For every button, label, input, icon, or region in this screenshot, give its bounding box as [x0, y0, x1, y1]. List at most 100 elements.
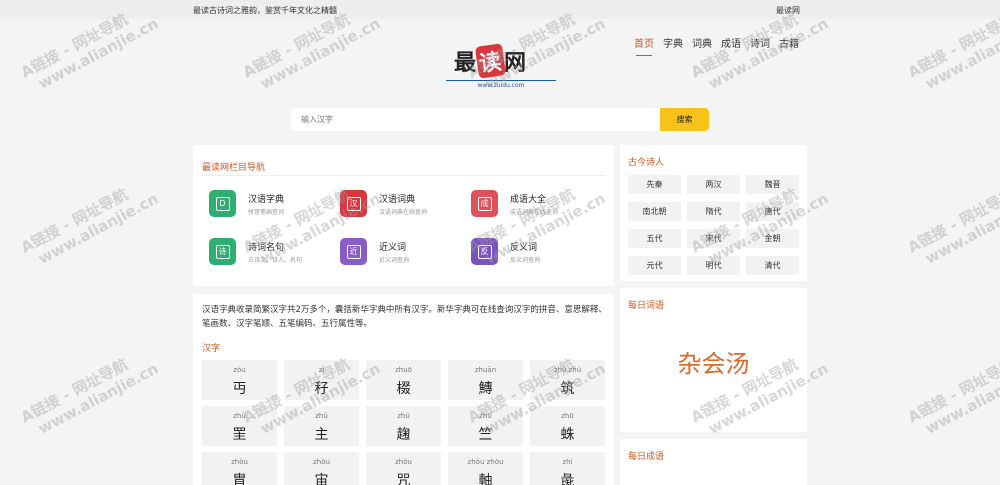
watermark-line: www.alianjie.cn [922, 359, 1000, 438]
hanzi-pinyin: zhū [561, 412, 574, 420]
search-bar: 搜索 [291, 108, 709, 131]
icon-glyph: 诗 [215, 244, 230, 259]
hanzi-pinyin: zhǔ [233, 412, 246, 420]
column-nav-item-name: 汉语字典 [248, 195, 285, 205]
hanzi-cell[interactable]: zhóu zhòu 軸 [448, 452, 523, 485]
poet-era-tag[interactable]: 元代 [628, 256, 681, 275]
column-nav-item-desc: 近义词查询 [379, 257, 410, 264]
watermark-line: www.alianjie.cn [257, 14, 384, 93]
column-nav-item[interactable]: D 汉语字典 拼音笔画查词 [193, 190, 323, 224]
dictionary-intro: 汉语字典收录简繁汉字共2万多个，囊括新华字典中所有汉字。新华字典可在线查询汉字的… [202, 305, 607, 329]
column-nav-item-name: 汉语词典 [379, 195, 416, 205]
site-logo[interactable]: 最读网 www.zuidu.com [446, 40, 556, 90]
hanzi-cell[interactable]: zhòu 胄 [202, 452, 277, 485]
column-nav-item-name: 诗词名句 [248, 243, 285, 253]
poet-era-tag[interactable]: 清代 [746, 256, 799, 275]
hanzi-cell[interactable]: zǐ 秄 [284, 360, 359, 400]
hanzi-char: 趜 [396, 427, 411, 443]
nav-item[interactable]: 成语 [721, 35, 741, 50]
hanzi-char: 竺 [478, 427, 493, 443]
hanzi-char: 筑 [560, 381, 575, 397]
hanzi-char: 主 [314, 427, 329, 443]
hanzi-char: 宙 [314, 473, 329, 485]
main-nav: 首页 字典 词典 成语 诗词 古籍 [634, 35, 799, 56]
watermark-line: www.alianjie.cn [705, 14, 832, 93]
dictionary-icon: D [209, 190, 236, 217]
poet-era-tag[interactable]: 两汉 [687, 175, 740, 194]
hanzi-cell[interactable]: zhuō 棳 [366, 360, 441, 400]
poet-era-tag[interactable]: 先秦 [628, 175, 681, 194]
hanzi-cell[interactable]: zhú 竺 [448, 406, 523, 446]
poet-era-tag[interactable]: 南北朝 [628, 202, 681, 221]
hanzi-cell[interactable]: zhù zhú 筑 [530, 360, 605, 400]
daily-word[interactable]: 杂会汤 [620, 344, 807, 379]
hanzi-char: 丏 [232, 381, 247, 397]
logo-text-post: 网 [504, 51, 528, 76]
hanzi-cell[interactable]: zhì 彘 [530, 452, 605, 485]
poets-title: 古今诗人 [628, 158, 665, 168]
hanzi-char: 胄 [232, 473, 247, 485]
icon-glyph: 成 [477, 196, 492, 211]
watermark-line: www.alianjie.cn [35, 359, 162, 438]
hanzi-pinyin: zhǔ [315, 412, 328, 420]
idiom-book-icon: 成 [471, 190, 498, 217]
brand-link[interactable]: 最读网 [776, 5, 800, 16]
hanzi-cell[interactable]: zhú 趜 [366, 406, 441, 446]
daily-word-title: 每日词语 [628, 301, 665, 311]
hanzi-char: 彘 [560, 473, 575, 485]
hanzi-cell[interactable]: zhòu 咒 [366, 452, 441, 485]
hanzi-char: 秄 [314, 381, 329, 397]
column-nav-item-desc: 古诗文、诗人、名句 [248, 257, 303, 264]
poet-era-tag[interactable]: 唐代 [746, 202, 799, 221]
hanzi-section-title: 汉字 [202, 344, 221, 354]
nav-item[interactable]: 词典 [692, 35, 712, 50]
hanzi-cell[interactable]: zhuān 鱄 [448, 360, 523, 400]
hanzi-cell[interactable]: zòu 丏 [202, 360, 277, 400]
poet-era-tag[interactable]: 金朝 [746, 229, 799, 248]
search-button[interactable]: 搜索 [660, 108, 709, 131]
hanzi-cell[interactable]: zhǔ 主 [284, 406, 359, 446]
hanzi-char: 軸 [478, 473, 493, 485]
site-slogan: 最读古诗词之雅韵，鉴赏千年文化之精髓 [193, 6, 337, 15]
logo-url: www.zuidu.com [446, 80, 556, 89]
hanzi-cell[interactable]: zhū 蛛 [530, 406, 605, 446]
logo-text-pre: 最 [454, 51, 478, 76]
watermark-line: A链接 - 网址导航 [904, 355, 1000, 427]
column-nav-item[interactable]: 诗 诗词名句古诗文、诗人、名句 [193, 238, 323, 272]
nav-item[interactable]: 字典 [663, 35, 683, 50]
poet-era-tag[interactable]: 魏晋 [746, 175, 799, 194]
watermark: A链接 - 网址导航 www.alianjie.cn [905, 173, 1000, 272]
antonym-icon: 反 [471, 238, 498, 265]
poet-era-tag[interactable]: 宋代 [687, 229, 740, 248]
column-nav-item[interactable]: 反 反义词 反义词查询 [455, 238, 585, 272]
hanzi-pinyin: zhì [562, 458, 573, 466]
poet-era-tag[interactable]: 隋代 [687, 202, 740, 221]
hanzi-cell[interactable]: zhǔ 罜 [202, 406, 277, 446]
nav-item[interactable]: 首页 [634, 35, 654, 56]
hanzi-pinyin: zhòu [231, 458, 248, 466]
poet-era-tag[interactable]: 明代 [687, 256, 740, 275]
column-nav-item[interactable]: 近 近义词 近义词查询 [324, 238, 454, 272]
hanzi-char: 蛛 [560, 427, 575, 443]
logo-text-red: 读 [474, 43, 507, 79]
hanzi-pinyin: zhuō [395, 366, 412, 374]
watermark: A链接 - 网址导航 www.alianjie.cn [905, 343, 1000, 442]
icon-glyph: 反 [477, 244, 492, 259]
watermark-line: www.alianjie.cn [35, 14, 162, 93]
hanzi-pinyin: zhòu [313, 458, 330, 466]
hanzi-char: 罜 [232, 427, 247, 443]
watermark: A链接 - 网址导航 www.alianjie.cn [18, 173, 161, 272]
column-nav-item[interactable]: 汉 汉语词典 汉语词典在线查询 [324, 190, 454, 224]
nav-item[interactable]: 古籍 [779, 35, 799, 50]
poetry-icon: 诗 [209, 238, 236, 265]
column-nav-panel: 最读网栏目导航 D 汉语字典 拼音笔画查词 汉 汉语词典 汉语词典在线查询 成 成语大全 成语词… [193, 145, 614, 286]
watermark: A链接 - 网址导航 www.alianjie.cn [18, 343, 161, 442]
column-nav-item[interactable]: 成 成语大全 成语词典在线查询 [455, 190, 585, 224]
hanzi-cell[interactable]: zhòu 宙 [284, 452, 359, 485]
nav-item[interactable]: 诗词 [750, 35, 770, 50]
poet-era-tag[interactable]: 五代 [628, 229, 681, 248]
search-input[interactable] [291, 108, 661, 131]
hanzi-pinyin: zhóu zhòu [467, 458, 504, 466]
column-nav-item-name: 成语大全 [510, 195, 547, 205]
column-nav-item-desc: 汉语词典在线查询 [379, 209, 428, 216]
